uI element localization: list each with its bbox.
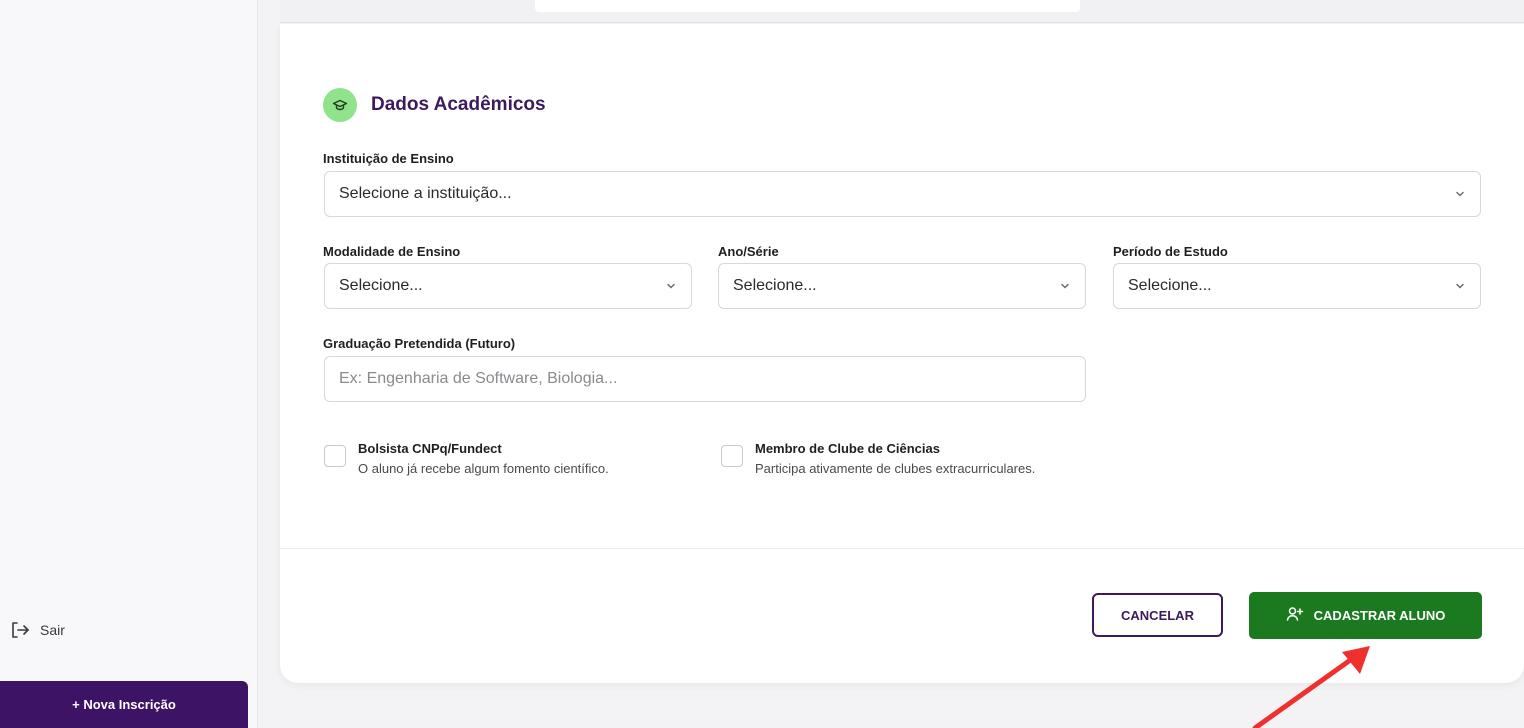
section-header: Dados Acadêmicos	[323, 88, 546, 122]
scholarship-checkbox[interactable]	[324, 445, 346, 467]
modality-select[interactable]: Selecione...	[324, 263, 692, 309]
new-enrollment-button[interactable]: + Nova Inscrição	[0, 681, 248, 728]
chevron-down-icon	[1059, 280, 1071, 292]
year-label: Ano/Série	[718, 244, 779, 259]
year-select[interactable]: Selecione...	[718, 263, 1086, 309]
scholarship-title: Bolsista CNPq/Fundect	[358, 441, 502, 456]
logout-label: Sair	[40, 622, 65, 638]
modality-select-value: Selecione...	[339, 277, 423, 294]
institution-select-value: Selecione a instituição...	[339, 185, 512, 202]
institution-select[interactable]: Selecione a instituição...	[324, 171, 1481, 217]
period-select-value: Selecione...	[1128, 277, 1212, 294]
chevron-down-icon	[1454, 188, 1466, 200]
graduation-input-placeholder: Ex: Engenharia de Software, Biologia...	[339, 370, 618, 387]
top-input-edge	[535, 0, 1080, 12]
register-student-button[interactable]: CADASTRAR ALUNO	[1249, 592, 1482, 639]
science-club-option: Membro de Clube de Ciências Participa at…	[721, 441, 1035, 476]
chevron-down-icon	[665, 280, 677, 292]
science-club-title: Membro de Clube de Ciências	[755, 441, 940, 456]
graduation-cap-icon	[323, 88, 357, 122]
chevron-down-icon	[1454, 280, 1466, 292]
scholarship-option: Bolsista CNPq/Fundect O aluno já recebe …	[324, 441, 609, 476]
logout-icon	[10, 620, 30, 640]
institution-label: Instituição de Ensino	[323, 151, 454, 166]
graduation-input[interactable]: Ex: Engenharia de Software, Biologia...	[324, 356, 1086, 402]
logout-link[interactable]: Sair	[10, 618, 65, 642]
period-select[interactable]: Selecione...	[1113, 263, 1481, 309]
year-select-value: Selecione...	[733, 277, 817, 294]
science-club-description: Participa ativamente de clubes extracurr…	[755, 461, 1036, 476]
graduation-label: Graduação Pretendida (Futuro)	[323, 336, 516, 351]
register-student-label: CADASTRAR ALUNO	[1313, 608, 1446, 623]
footer-divider	[280, 548, 1524, 549]
sidebar: Sair + Nova Inscrição	[0, 0, 258, 728]
cancel-button[interactable]: CANCELAR	[1092, 593, 1223, 637]
add-user-icon	[1286, 606, 1304, 625]
period-label: Período de Estudo	[1113, 244, 1228, 259]
academic-data-card: Dados Acadêmicos Instituição de Ensino S…	[280, 24, 1524, 683]
science-club-checkbox[interactable]	[721, 445, 743, 467]
section-title: Dados Acadêmicos	[371, 94, 546, 115]
scholarship-description: O aluno já recebe algum fomento científi…	[358, 461, 609, 476]
modality-label: Modalidade de Ensino	[323, 244, 461, 259]
